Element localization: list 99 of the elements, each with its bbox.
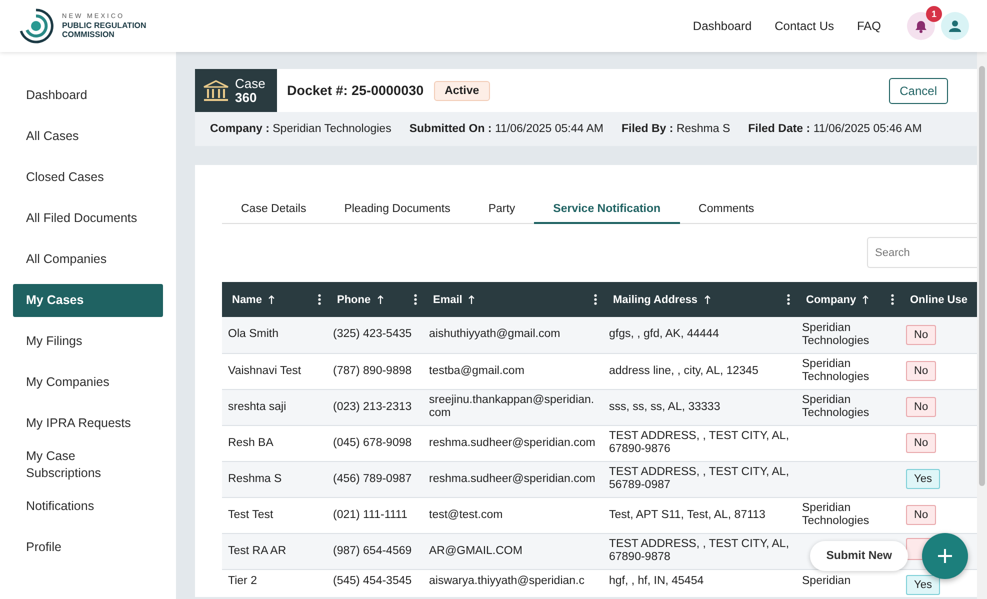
sidebar-item[interactable]: All Filed Documents: [13, 202, 163, 235]
table-cell: Test Test: [222, 497, 327, 533]
logo-subtitle: COMMISSION: [62, 30, 116, 39]
case-info-field: Company : Speridian Technologies: [210, 123, 392, 135]
case-number: 360: [235, 90, 258, 104]
case-info-field: Filed By : Reshma S: [621, 123, 730, 135]
table-cell: (023) 213-2313: [327, 389, 423, 425]
table-cell: aishuthiyyath@gmail.com: [423, 317, 603, 353]
column-menu-icon[interactable]: [891, 294, 894, 305]
plus-icon: [937, 548, 953, 564]
sidebar-item[interactable]: My Companies: [13, 366, 163, 399]
search-field[interactable]: Search: [867, 237, 977, 268]
sidebar-item[interactable]: Dashboard: [13, 79, 163, 112]
column-header[interactable]: Email: [423, 282, 603, 317]
sidebar-item[interactable]: My Case Subscriptions: [13, 448, 163, 482]
table-cell: Speridian Technologies: [796, 389, 900, 425]
sort-arrow-icon[interactable]: [862, 295, 870, 304]
submit-new-button[interactable]: Submit New: [810, 541, 908, 571]
status-tag: No: [906, 504, 936, 526]
table-cell: reshma.sudheer@speridian.com: [423, 425, 603, 461]
sort-arrow-icon[interactable]: [376, 295, 384, 304]
table-cell: (787) 890-9898: [327, 353, 423, 389]
tab[interactable]: Pleading Documents: [325, 197, 470, 224]
table-cell: TEST ADDRESS, , TEST CITY, AL, 56789-0987: [603, 461, 796, 497]
column-header[interactable]: Online Use: [900, 282, 977, 317]
sidebar-item[interactable]: All Companies: [13, 243, 163, 276]
table-cell: sreejinu.thankappan@speridian.com: [423, 389, 603, 425]
table-cell: TEST ADDRESS, , TEST CITY, AL, 67890-9876: [603, 425, 796, 461]
sidebar-item[interactable]: Profile: [13, 530, 163, 564]
case-info-field: Submitted On : 11/06/2025 05:44 AM: [409, 123, 604, 135]
sort-arrow-icon[interactable]: [704, 295, 711, 304]
nav-link[interactable]: FAQ: [856, 19, 881, 33]
sidebar-item[interactable]: Closed Cases: [13, 161, 163, 194]
sidebar-item[interactable]: My Cases: [13, 284, 163, 317]
table-cell: (045) 678-9098: [327, 425, 423, 461]
table-cell: Test RA AR: [222, 533, 327, 569]
table-cell: aiswarya.thiyyath@speridian.c: [423, 569, 603, 599]
table-cell: sreshta saji: [222, 389, 327, 425]
table-cell: Vaishnavi Test: [222, 353, 327, 389]
table-cell: TEST ADDRESS, , TEST CITY, AL, 67890-9878: [603, 533, 796, 569]
table-cell: Tier 2: [222, 569, 327, 599]
table-cell: (987) 654-4569: [327, 533, 423, 569]
tab[interactable]: Party: [469, 197, 534, 224]
status-tag: Yes: [906, 468, 940, 490]
status-tag: No: [906, 396, 936, 418]
column-menu-icon[interactable]: [414, 294, 417, 305]
table-cell: Resh BA: [222, 425, 327, 461]
table-cell: (456) 789-0987: [327, 461, 423, 497]
table-cell: Test, APT S11, Test, AL, 87113: [603, 497, 796, 533]
sidebar-item[interactable]: My IPRA Requests: [13, 407, 163, 440]
cancel-button[interactable]: Cancel: [888, 78, 948, 104]
table-cell: (021) 111-1111: [327, 497, 423, 533]
notification-count: 1: [926, 6, 942, 22]
column-menu-icon[interactable]: [787, 294, 790, 305]
status-badge: Active: [434, 80, 490, 100]
logo-icon: [18, 8, 54, 44]
sidebar-item[interactable]: Notifications: [13, 490, 163, 523]
table-cell: Speridian Technologies: [796, 317, 900, 353]
tab[interactable]: Service Notification: [534, 197, 680, 224]
table-cell: Reshma S: [222, 461, 327, 497]
column-header[interactable]: Mailing Address: [603, 282, 796, 317]
table-cell: (325) 423-5435: [327, 317, 423, 353]
table-cell: test@test.com: [423, 497, 603, 533]
table-cell: sss, ss, ss, AL, 33333: [603, 389, 796, 425]
nav-link[interactable]: Dashboard: [692, 19, 752, 33]
courthouse-icon: [203, 80, 229, 102]
sort-arrow-icon[interactable]: [268, 295, 275, 304]
nav-link[interactable]: Contact Us: [774, 19, 834, 33]
table-cell: Ola Smith: [222, 317, 327, 353]
table-cell: AR@GMAIL.COM: [423, 533, 603, 569]
column-menu-icon[interactable]: [318, 294, 321, 305]
notification-button[interactable]: [907, 12, 935, 40]
column-header[interactable]: Name: [222, 282, 327, 317]
bell-icon: [915, 20, 927, 32]
logo-title: PUBLIC REGULATION: [62, 20, 146, 30]
user-icon: [949, 20, 961, 32]
status-tag: No: [906, 324, 936, 345]
column-menu-icon[interactable]: [594, 294, 597, 305]
table-cell: address line, , city, AL, 12345: [603, 353, 796, 389]
tab[interactable]: Comments: [680, 197, 774, 224]
docket-number: Docket #: 25-0000030: [287, 83, 424, 98]
table-cell: (545) 454-3545: [327, 569, 423, 599]
column-header[interactable]: Phone: [327, 282, 423, 317]
column-header[interactable]: Company: [796, 282, 900, 317]
status-tag: No: [906, 432, 936, 454]
table-cell: testba@gmail.com: [423, 353, 603, 389]
user-button[interactable]: [941, 12, 969, 40]
tab[interactable]: Case Details: [222, 197, 326, 224]
status-tag: No: [906, 360, 936, 382]
sidebar-item[interactable]: My Filings: [13, 325, 163, 358]
case-info-field: Filed Date : 11/06/2025 05:46 AM: [748, 123, 922, 135]
table-cell: hgf, , hf, IN, 45454: [603, 569, 796, 599]
table-cell: Speridian Technologies: [796, 353, 900, 389]
table-cell: Speridian Technologies: [796, 497, 900, 533]
case-label: Case: [235, 76, 266, 90]
table-cell: reshma.sudheer@speridian.com: [423, 461, 603, 497]
table-cell: gfgs, , gfd, AK, 44444: [603, 317, 796, 353]
sort-arrow-icon[interactable]: [468, 295, 476, 304]
sidebar-item[interactable]: All Cases: [13, 120, 163, 153]
